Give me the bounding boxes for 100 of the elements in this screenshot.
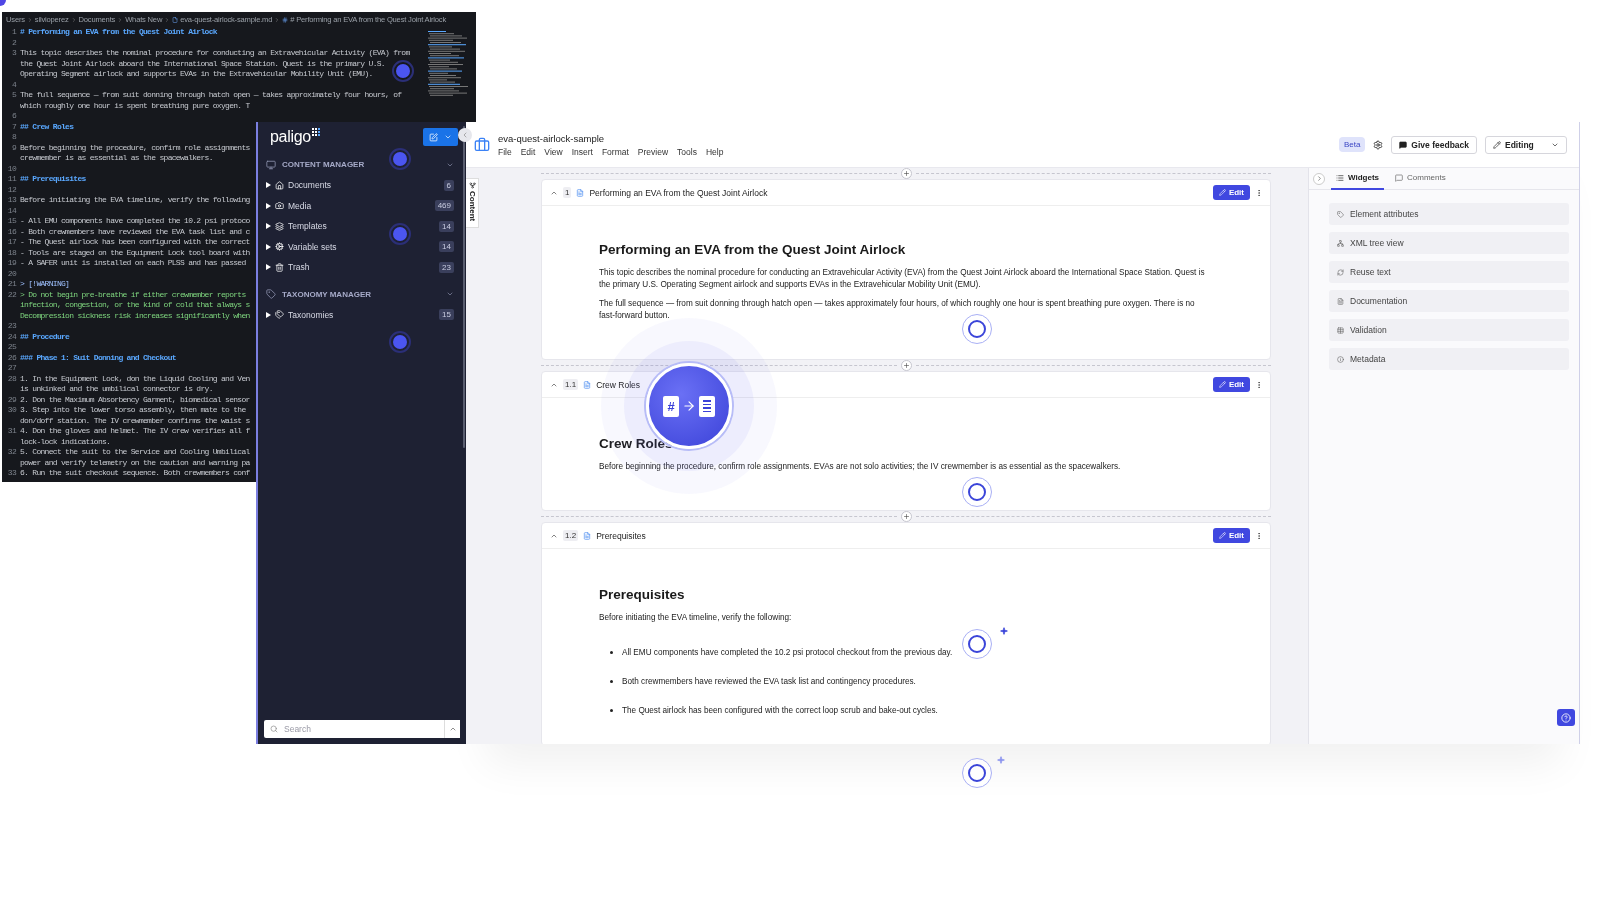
menu-item[interactable]: Tools — [677, 146, 697, 157]
widget-item[interactable]: Validation — [1329, 319, 1569, 341]
code-line: ## Procedure — [20, 331, 70, 342]
more-icon[interactable] — [1255, 531, 1263, 540]
panel-tab[interactable]: Comments — [1390, 167, 1451, 190]
help-button[interactable] — [1557, 709, 1575, 726]
chevron-up-icon — [448, 725, 457, 733]
count-badge: 23 — [439, 261, 454, 273]
paragraph: This topic describes the nominal procedure for conducting an Extravehicular Activity (EVA) from the Quest Joint Airlock aboard the International Space Station. Quest is the primary U.S. Operating Segment airlock and supports EVAs in the Extravehicular Mobility Unit (EMU). — [599, 267, 1206, 291]
menu-item[interactable]: Help — [705, 146, 724, 157]
mode-dropdown[interactable]: Editing — [1485, 135, 1567, 154]
gears-icon — [275, 242, 284, 252]
widget-item[interactable]: Metadata — [1329, 348, 1569, 370]
code-line: power and verify telemetry on the caution and warning pa — [20, 457, 250, 468]
line-number: 17 — [6, 237, 16, 248]
logo-text: paligo — [270, 128, 311, 146]
sparkle-icon — [997, 756, 1005, 764]
caret-right-icon[interactable] — [266, 243, 271, 250]
code-line: - All EMU components have completed the 10.2 psi protoco — [20, 216, 250, 227]
line-number: 18 — [6, 247, 16, 258]
caret-right-icon[interactable] — [266, 311, 271, 318]
chevron-right-icon — [70, 16, 77, 23]
widget-item[interactable]: XML tree view — [1329, 232, 1569, 254]
tree-item[interactable]: Media — [288, 200, 431, 211]
caret-right-icon[interactable] — [266, 264, 271, 271]
help-icon — [1561, 712, 1571, 723]
more-icon[interactable] — [1255, 380, 1263, 389]
line-number: 12 — [6, 184, 16, 195]
file-icon — [172, 16, 179, 23]
code-line: - Tools are staged on the Equipment Lock tool board with — [20, 247, 250, 258]
code-line: - Both crewmembers have reviewed the EVA task list and c — [20, 226, 250, 237]
edit-icon — [429, 132, 438, 142]
bullet-icon — [610, 709, 613, 712]
feedback-button[interactable]: Give feedback — [1391, 135, 1477, 154]
menu-item[interactable]: File — [498, 146, 512, 157]
beta-badge: Beta — [1338, 137, 1366, 152]
scrollbar[interactable] — [463, 126, 465, 448]
widget-item[interactable]: Reuse text — [1329, 261, 1569, 283]
line-number: 28 — [6, 373, 16, 384]
plus-icon — [902, 170, 910, 177]
table-icon — [1337, 326, 1344, 334]
ring-marker — [962, 758, 992, 788]
menu-item[interactable]: Preview — [637, 146, 669, 157]
document-icon — [699, 395, 715, 417]
hotspot-marker — [389, 223, 411, 245]
section-title[interactable]: TAXONOMY MANAGER — [282, 289, 440, 299]
line-number: 27 — [6, 363, 16, 374]
edit-button[interactable]: Edit — [1212, 528, 1250, 543]
menu-item[interactable]: Format — [601, 146, 629, 157]
document-title: eva-quest-airlock-sample — [498, 132, 606, 144]
pencil-icon — [1493, 140, 1501, 149]
more-icon[interactable] — [1255, 188, 1263, 197]
topic-number: 1 — [563, 187, 572, 198]
sparkle-icon — [1000, 627, 1008, 635]
line-number: 19 — [6, 258, 16, 269]
panel-tab[interactable]: Widgets — [1331, 167, 1385, 190]
tree-icon — [1337, 239, 1344, 247]
tree-item[interactable]: Taxonomies — [288, 309, 436, 320]
code-line: # Performing an EVA from the Quest Joint Airlock — [20, 27, 217, 38]
caret-right-icon[interactable] — [266, 182, 271, 189]
code-line: 3. Step into the lower torso assembly, then mate to the — [20, 405, 246, 416]
caret-right-icon[interactable] — [266, 223, 271, 230]
code-line: is unkinked and the umbilical connector is dry. — [20, 384, 213, 395]
tag-icon — [1337, 210, 1344, 218]
topic-number: 1.1 — [563, 379, 579, 390]
edit-button[interactable]: Edit — [1212, 377, 1250, 392]
edit-button[interactable]: Edit — [1212, 185, 1250, 200]
dot-grid-icon — [311, 128, 321, 137]
widget-item[interactable]: Documentation — [1329, 290, 1569, 312]
line-number: 15 — [6, 216, 16, 227]
line-number: 33 — [6, 468, 16, 479]
code-line: which roughly one hour is spent breathing pure oxygen. T — [20, 100, 250, 111]
plus-icon — [902, 513, 910, 520]
code-line: crewmember is as essential as the spacewalkers. — [20, 153, 213, 164]
section-title[interactable]: CONTENT MANAGER — [282, 160, 440, 169]
menu-item[interactable]: Edit — [520, 146, 536, 157]
widget-item[interactable]: Element attributes — [1329, 203, 1569, 225]
code-line: 6. Run the suit checkout sequence. Both crewmembers conf — [20, 468, 250, 479]
tree-item[interactable]: Documents — [288, 180, 440, 191]
chevron-right-icon — [274, 16, 281, 23]
content-tab[interactable]: Content — [466, 178, 479, 228]
line-number: 2 — [10, 37, 16, 48]
search-bar[interactable]: Search — [264, 720, 460, 738]
caret-right-icon[interactable] — [266, 202, 271, 209]
chevron-down-icon[interactable] — [446, 290, 454, 298]
tree-item[interactable]: Trash — [288, 262, 436, 273]
settings-icon[interactable] — [1373, 139, 1384, 150]
tree-item[interactable]: Templates — [288, 221, 436, 232]
hotspot-marker — [392, 60, 414, 82]
layers-icon — [275, 221, 284, 231]
house-icon — [275, 180, 284, 190]
plus-icon — [902, 362, 910, 369]
tree-item[interactable]: Variable sets — [288, 241, 436, 252]
menu-item[interactable]: Insert — [571, 146, 593, 157]
hash-icon — [282, 16, 289, 23]
list-icon — [1336, 173, 1344, 182]
menu-item[interactable]: View — [544, 146, 563, 157]
refresh-icon — [1337, 268, 1344, 276]
code-line: The full sequence — from suit donning through hatch open — takes approximately four hours, of — [20, 90, 402, 101]
line-number: 22 — [6, 289, 16, 300]
